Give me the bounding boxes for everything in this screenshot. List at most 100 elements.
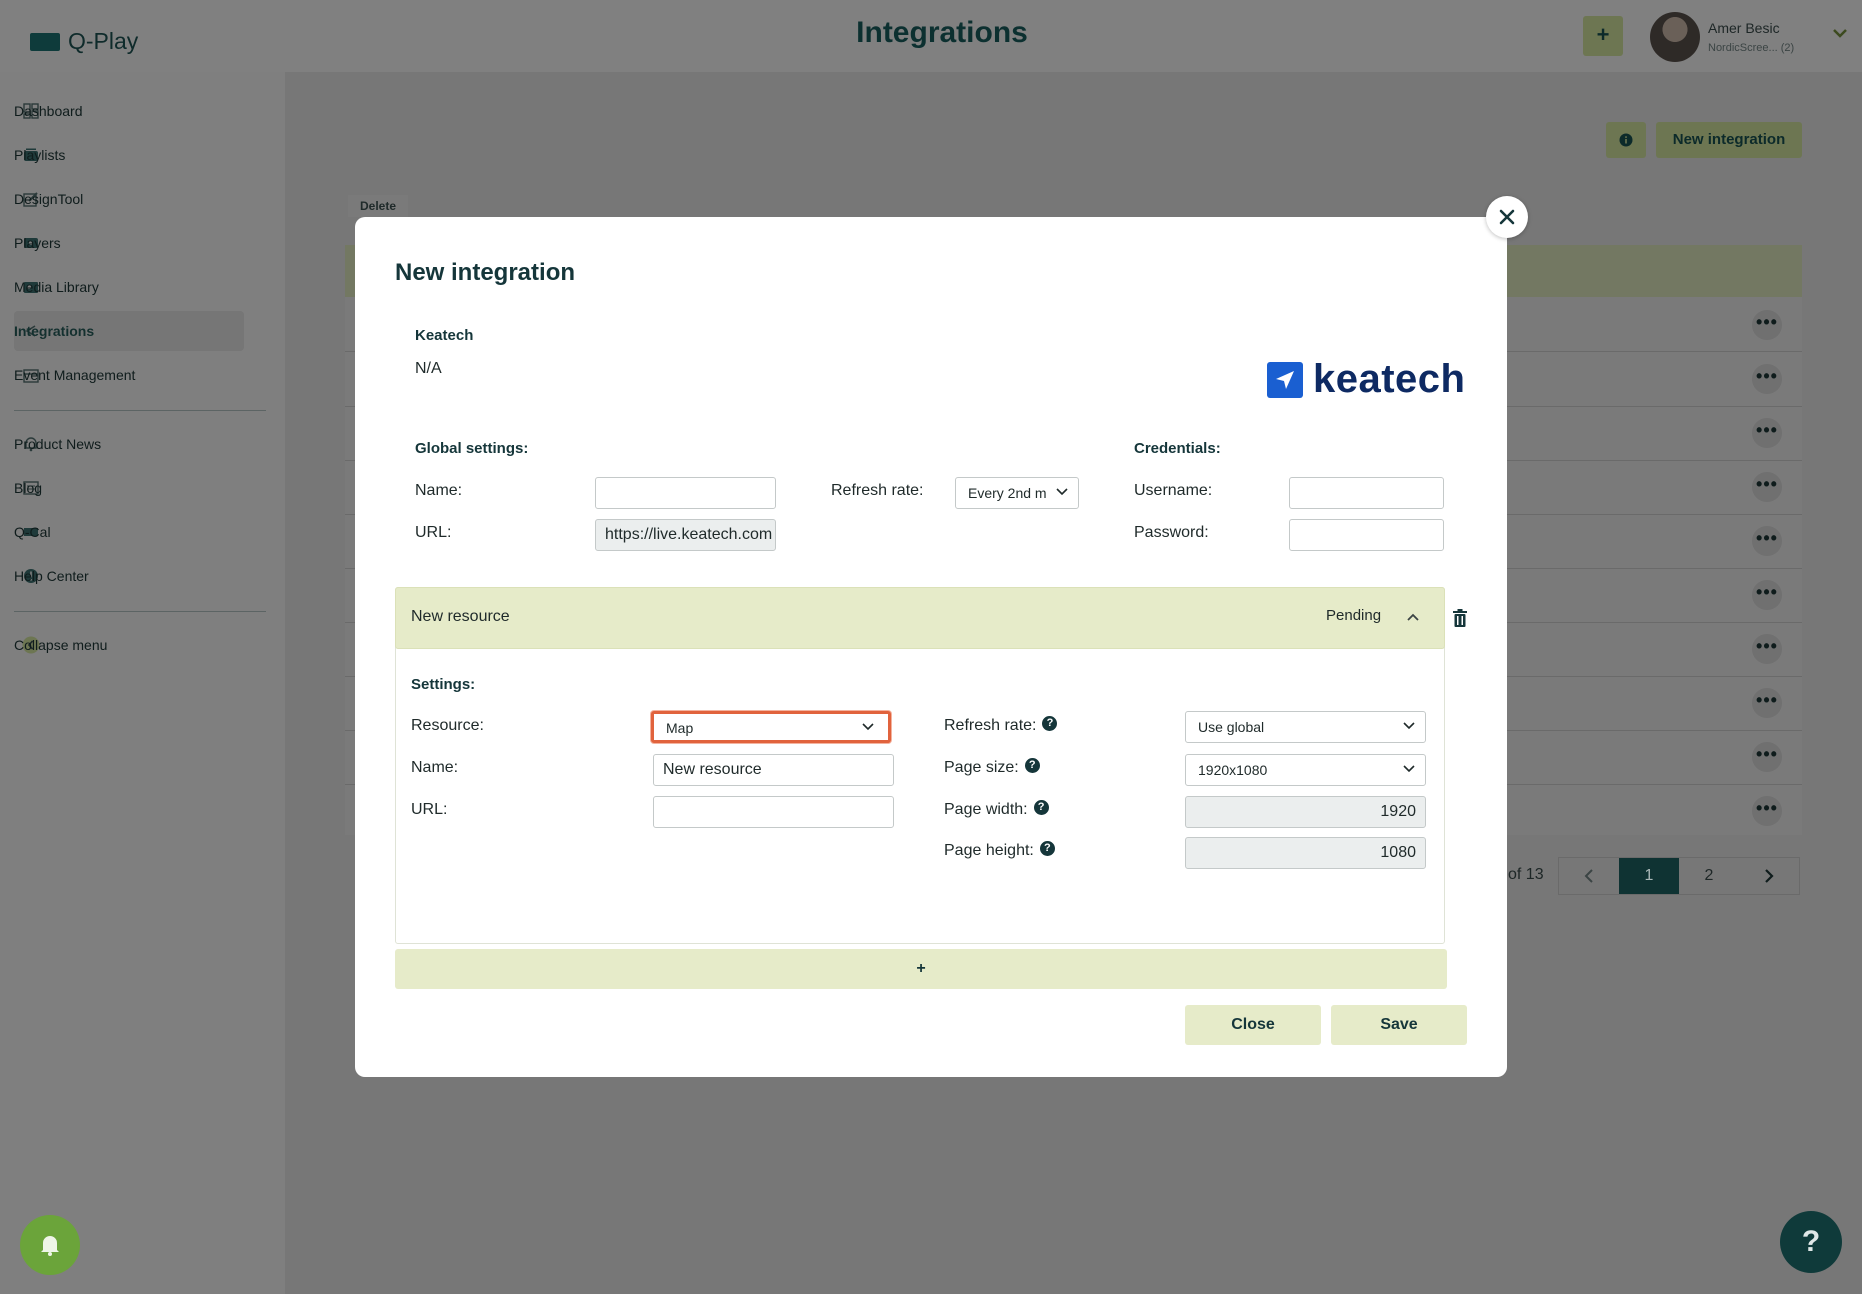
modal-close-button[interactable] (1486, 196, 1528, 238)
status-badge: Pending (1326, 607, 1382, 624)
sidebar-item-help-center[interactable]: Help Center (14, 556, 244, 596)
sidebar-item-players[interactable]: Players (14, 223, 244, 263)
row-menu-button[interactable]: ••• (1752, 742, 1782, 772)
sidebar-item-label: Dashboard (14, 103, 83, 119)
add-resource-button[interactable]: + (395, 949, 1447, 989)
sidebar-item-label: Media Library (14, 279, 99, 295)
pagination: 1 2 (1558, 857, 1800, 895)
resource-refresh-label: Refresh rate:? (944, 716, 1058, 735)
help-chat-button[interactable]: ? (1780, 1211, 1842, 1273)
resource-name-input[interactable]: New resource (653, 754, 894, 786)
resource-header[interactable]: New resource Pending (395, 587, 1445, 649)
info-icon (1619, 133, 1633, 147)
sidebar-item-blog[interactable]: Blog (14, 468, 244, 508)
global-name-label: Name: (415, 482, 463, 499)
pager-total: of 13 (1508, 866, 1544, 883)
avatar[interactable] (1650, 12, 1700, 62)
resource-type-label: Resource: (411, 717, 484, 734)
sidebar-divider (14, 410, 266, 411)
row-menu-button[interactable]: ••• (1752, 472, 1782, 502)
resource-refresh-label-text: Refresh rate: (944, 717, 1037, 734)
page-width-label: Page width:? (944, 800, 1049, 819)
sidebar-item-qcal[interactable]: Q-Cal (14, 512, 244, 552)
chevron-right-icon (1765, 869, 1774, 883)
help-tooltip-icon[interactable]: ? (1042, 716, 1058, 732)
resource-refresh-value: Use global (1198, 719, 1265, 735)
save-button[interactable]: Save (1331, 1005, 1467, 1045)
provider-description: N/A (415, 360, 442, 377)
bell-icon (41, 1236, 59, 1256)
row-menu-button[interactable]: ••• (1752, 310, 1782, 340)
notifications-button[interactable] (20, 1215, 80, 1275)
pager-page-button[interactable]: 2 (1679, 858, 1739, 894)
new-integration-modal: New integration Keatech N/A keatech Glob… (355, 217, 1507, 1077)
page-size-label: Page size:? (944, 758, 1040, 777)
page-size-label-text: Page size: (944, 759, 1019, 776)
page-width-input[interactable]: 1920 (1185, 796, 1426, 828)
resource-type-select[interactable]: Map (651, 711, 891, 743)
sidebar-item-label: Blog (14, 480, 43, 496)
collapse-menu-button[interactable]: Collapse menu (14, 625, 244, 665)
page-height-input[interactable]: 1080 (1185, 837, 1426, 869)
page-size-select[interactable]: 1920x1080 (1185, 754, 1426, 786)
password-label: Password: (1134, 524, 1209, 541)
sidebar-divider (14, 611, 266, 612)
sidebar-item-label: Playlists (14, 147, 66, 163)
sidebar-item-designtool[interactable]: DesignTool (14, 179, 244, 219)
sidebar-item-label: Product News (14, 436, 102, 452)
keatech-wordmark: keatech (1313, 357, 1466, 401)
pager-next-button[interactable] (1739, 858, 1799, 894)
chevron-up-icon[interactable] (1406, 612, 1420, 622)
info-button[interactable] (1606, 122, 1646, 158)
sidebar-item-integrations[interactable]: Integrations (14, 311, 244, 351)
password-input[interactable] (1289, 519, 1444, 551)
sidebar-item-label: Help Center (14, 568, 89, 584)
modal-title: New integration (395, 259, 576, 286)
global-url-input[interactable]: https://live.keatech.com (595, 519, 776, 551)
delete-button[interactable]: Delete (348, 195, 408, 217)
top-add-button[interactable]: + (1583, 16, 1623, 56)
chevron-down-icon[interactable] (1832, 28, 1848, 38)
help-tooltip-icon[interactable]: ? (1039, 841, 1055, 857)
sidebar-item-playlists[interactable]: Playlists (14, 135, 244, 175)
help-tooltip-icon[interactable]: ? (1033, 800, 1049, 816)
help-tooltip-icon[interactable]: ? (1024, 758, 1040, 774)
sidebar-item-event-management[interactable]: Event Management (14, 355, 244, 395)
chevron-left-icon (1584, 869, 1593, 883)
row-menu-button[interactable]: ••• (1752, 634, 1782, 664)
row-menu-button[interactable]: ••• (1752, 580, 1782, 610)
chevron-down-icon (1403, 765, 1415, 773)
user-name: Amer Besic (1708, 20, 1780, 36)
resource-url-input[interactable] (653, 796, 894, 828)
sidebar-item-label: Collapse menu (14, 637, 108, 653)
resource-name-label: Name: (411, 759, 459, 776)
sidebar-item-dashboard[interactable]: Dashboard (14, 91, 244, 131)
global-settings-title: Global settings: (415, 440, 529, 457)
new-integration-button[interactable]: New integration (1656, 122, 1802, 158)
row-menu-button[interactable]: ••• (1752, 364, 1782, 394)
global-refresh-value: Every 2nd m (968, 485, 1047, 501)
username-input[interactable] (1289, 477, 1444, 509)
sidebar-item-product-news[interactable]: Product News (14, 424, 244, 464)
sidebar-item-media-library[interactable]: Media Library (14, 267, 244, 307)
row-menu-button[interactable]: ••• (1752, 526, 1782, 556)
global-refresh-select[interactable]: Every 2nd m (955, 477, 1079, 509)
resource-url-label: URL: (411, 801, 448, 818)
pager-prev-button[interactable] (1559, 858, 1619, 894)
row-menu-button[interactable]: ••• (1752, 796, 1782, 826)
navigation-arrow-icon (1267, 361, 1303, 398)
global-name-input[interactable] (595, 477, 776, 509)
close-button[interactable]: Close (1185, 1005, 1321, 1045)
row-menu-button[interactable]: ••• (1752, 688, 1782, 718)
page-height-label-text: Page height: (944, 842, 1034, 859)
pager-page-button[interactable]: 1 (1619, 858, 1679, 894)
sidebar-item-label: Q-Cal (14, 524, 51, 540)
chevron-down-icon (862, 723, 874, 731)
sidebar-item-label: Integrations (14, 323, 95, 339)
question-icon: ? (1801, 1225, 1821, 1258)
resource-type-value: Map (666, 720, 694, 736)
row-menu-button[interactable]: ••• (1752, 418, 1782, 448)
resource-refresh-select[interactable]: Use global (1185, 711, 1426, 743)
sidebar-item-label: Event Management (14, 367, 136, 383)
trash-icon[interactable] (1452, 609, 1468, 627)
